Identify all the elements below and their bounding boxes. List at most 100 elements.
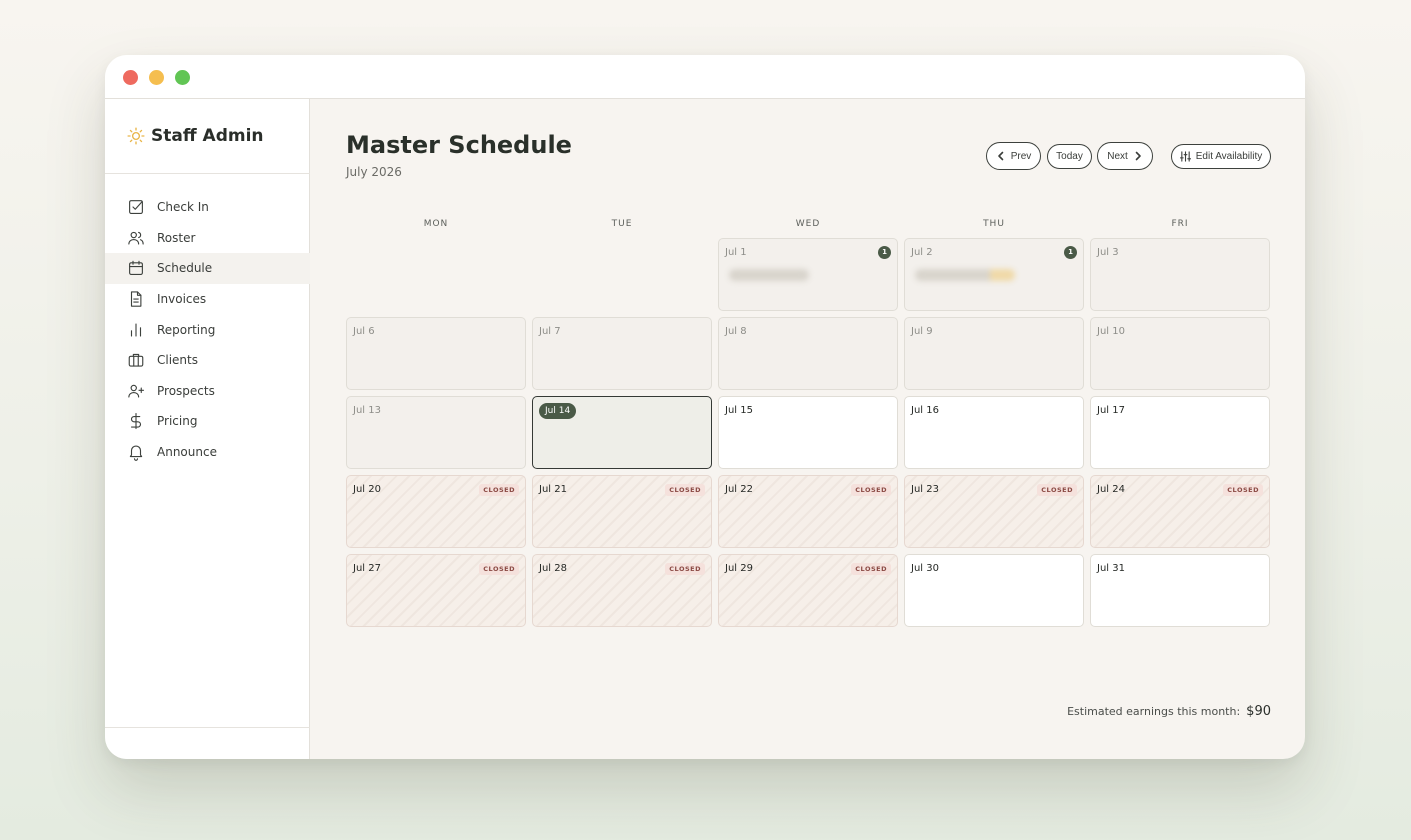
calendar-day-cell[interactable]: Jul 22 CLOSED bbox=[718, 475, 898, 548]
prev-button[interactable]: Prev bbox=[986, 142, 1041, 170]
calendar-day-cell[interactable]: Jul 7 bbox=[532, 317, 712, 390]
calendar-day-cell[interactable]: Jul 31 bbox=[1090, 554, 1270, 627]
closed-badge: CLOSED bbox=[851, 484, 891, 496]
calendar-day-cell[interactable]: Jul 30 bbox=[904, 554, 1084, 627]
today-date-pill: Jul 14 bbox=[539, 403, 577, 419]
brand-title: Staff Admin bbox=[151, 126, 264, 146]
calendar-day-cell[interactable]: Jul 9 bbox=[904, 317, 1084, 390]
earnings-value: $90 bbox=[1246, 704, 1271, 719]
blurred-event[interactable] bbox=[729, 269, 809, 281]
sidebar-item-pricing[interactable]: Pricing bbox=[105, 406, 310, 437]
edit-availability-label: Edit Availability bbox=[1195, 151, 1263, 162]
prev-button-label: Prev bbox=[1010, 150, 1032, 162]
weekday-label: FRI bbox=[1171, 219, 1189, 229]
sliders-icon bbox=[1179, 151, 1191, 162]
day-label: Jul 21 bbox=[539, 484, 567, 495]
page-title: Master Schedule bbox=[346, 131, 572, 159]
closed-badge: CLOSED bbox=[1037, 484, 1077, 496]
day-label: Jul 30 bbox=[911, 563, 939, 574]
calendar-day-cell[interactable]: Jul 27 CLOSED bbox=[346, 554, 526, 627]
minimize-window-button[interactable] bbox=[149, 70, 164, 85]
dollar-icon bbox=[130, 413, 141, 430]
sidebar-item-label: Roster bbox=[157, 230, 196, 245]
today-button[interactable]: Today bbox=[1047, 144, 1092, 169]
calendar-day-cell[interactable]: Jul 17 bbox=[1090, 396, 1270, 469]
day-label: Jul 6 bbox=[353, 326, 375, 337]
weekday-label: THU bbox=[983, 219, 1005, 229]
briefcase-icon bbox=[128, 354, 144, 367]
chevron-right-icon bbox=[1135, 151, 1141, 161]
calendar-day-cell[interactable]: Jul 2 1 bbox=[904, 238, 1084, 311]
sidebar-item-roster[interactable]: Roster bbox=[105, 223, 310, 254]
sidebar-item-schedule[interactable]: Schedule bbox=[105, 253, 310, 284]
calendar-day-cell[interactable]: Jul 15 bbox=[718, 396, 898, 469]
calendar-day-cell[interactable]: Jul 24 CLOSED bbox=[1090, 475, 1270, 548]
sidebar-item-label: Invoices bbox=[157, 292, 207, 307]
event-count-badge: 1 bbox=[1064, 246, 1077, 259]
sidebar-item-label: Reporting bbox=[157, 322, 216, 337]
sidebar-item-invoices[interactable]: Invoices bbox=[105, 284, 310, 315]
sidebar-item-label: Pricing bbox=[157, 414, 198, 429]
day-label: Jul 9 bbox=[911, 326, 933, 337]
day-label: Jul 24 bbox=[1097, 484, 1125, 495]
day-label: Jul 1 bbox=[725, 247, 747, 258]
day-label: Jul 8 bbox=[725, 326, 747, 337]
weekday-label: MON bbox=[423, 219, 449, 229]
weekday-label: TUE bbox=[611, 219, 633, 229]
calendar-day-cell[interactable]: Jul 29 CLOSED bbox=[718, 554, 898, 627]
day-label: Jul 20 bbox=[353, 484, 381, 495]
next-button[interactable]: Next bbox=[1097, 142, 1153, 170]
next-button-label: Next bbox=[1107, 150, 1128, 162]
sidebar-item-label: Clients bbox=[157, 353, 198, 368]
sidebar-item-prospects[interactable]: Prospects bbox=[105, 376, 310, 407]
earnings-label: Estimated earnings this month: bbox=[1067, 705, 1241, 718]
day-label: Jul 7 bbox=[539, 326, 561, 337]
sidebar-item-clients[interactable]: Clients bbox=[105, 345, 310, 376]
calendar-day-cell[interactable]: Jul 23 CLOSED bbox=[904, 475, 1084, 548]
sidebar-item-check-in[interactable]: Check In bbox=[105, 192, 310, 223]
sidebar-item-label: Check In bbox=[157, 200, 209, 215]
calendar-day-cell[interactable]: Jul 20 CLOSED bbox=[346, 475, 526, 548]
sidebar-item-announce[interactable]: Announce bbox=[105, 437, 310, 468]
brand: Staff Admin bbox=[127, 124, 264, 148]
calendar-day-cell[interactable]: Jul 28 CLOSED bbox=[532, 554, 712, 627]
closed-badge: CLOSED bbox=[665, 484, 705, 496]
calendar-day-cell[interactable]: Jul 14 bbox=[532, 396, 712, 469]
closed-badge: CLOSED bbox=[1223, 484, 1263, 496]
sidebar-bottom-divider bbox=[105, 727, 310, 728]
users-icon bbox=[128, 231, 144, 245]
calendar-icon bbox=[129, 261, 143, 276]
calendar-day-cell[interactable]: Jul 10 bbox=[1090, 317, 1270, 390]
close-window-button[interactable] bbox=[123, 70, 138, 85]
calendar-day-cell[interactable]: Jul 16 bbox=[904, 396, 1084, 469]
closed-badge: CLOSED bbox=[479, 484, 519, 496]
sidebar-divider bbox=[105, 173, 310, 174]
earnings-summary: Estimated earnings this month: $90 bbox=[1067, 704, 1271, 719]
app-window: Staff Admin Check In Roster Schedule Invoic… bbox=[105, 55, 1305, 759]
day-label: Jul 23 bbox=[911, 484, 939, 495]
calendar-day-cell[interactable]: Jul 3 bbox=[1090, 238, 1270, 311]
day-label: Jul 31 bbox=[1097, 563, 1125, 574]
closed-badge: CLOSED bbox=[479, 563, 519, 575]
calendar-day-cell[interactable]: Jul 8 bbox=[718, 317, 898, 390]
calendar-day-cell[interactable]: Jul 13 bbox=[346, 396, 526, 469]
calendar-day-cell[interactable]: Jul 1 1 bbox=[718, 238, 898, 311]
day-label: Jul 22 bbox=[725, 484, 753, 495]
check-square-icon bbox=[129, 200, 143, 215]
sun-icon bbox=[127, 127, 145, 145]
maximize-window-button[interactable] bbox=[175, 70, 190, 85]
edit-availability-button[interactable]: Edit Availability bbox=[1171, 144, 1271, 169]
day-label: Jul 3 bbox=[1097, 247, 1119, 258]
calendar-day-cell[interactable]: Jul 6 bbox=[346, 317, 526, 390]
closed-badge: CLOSED bbox=[665, 563, 705, 575]
sidebar-item-reporting[interactable]: Reporting bbox=[105, 314, 310, 345]
day-label: Jul 2 bbox=[911, 247, 933, 258]
day-label: Jul 28 bbox=[539, 563, 567, 574]
day-label: Jul 10 bbox=[1097, 326, 1125, 337]
today-button-label: Today bbox=[1056, 151, 1083, 162]
document-icon bbox=[130, 291, 142, 307]
sidebar-nav: Check In Roster Schedule Invoices Reporting C… bbox=[105, 192, 310, 467]
blurred-event[interactable] bbox=[915, 269, 1015, 281]
calendar-day-cell[interactable]: Jul 21 CLOSED bbox=[532, 475, 712, 548]
bell-icon bbox=[129, 445, 143, 461]
